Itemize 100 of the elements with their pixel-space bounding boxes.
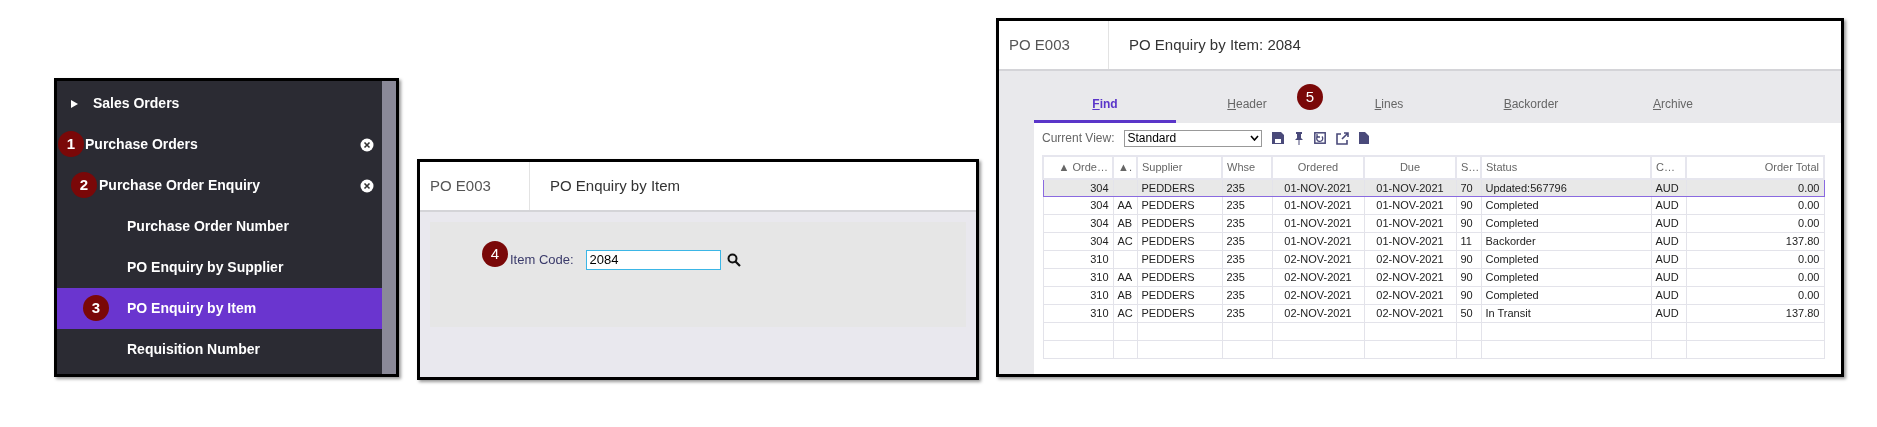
- table-cell[interactable]: 310: [1043, 268, 1113, 287]
- table-cell[interactable]: 90: [1456, 286, 1481, 305]
- table-cell[interactable]: 01-NOV-2021: [1364, 196, 1456, 215]
- column-header[interactable]: C…: [1651, 156, 1686, 179]
- table-cell[interactable]: 01-NOV-2021: [1364, 214, 1456, 233]
- table-cell[interactable]: AB: [1113, 286, 1137, 305]
- table-cell[interactable]: AUD: [1651, 250, 1686, 269]
- table-cell[interactable]: 137.80: [1686, 304, 1824, 323]
- column-header[interactable]: Order Total: [1686, 156, 1824, 179]
- table-cell[interactable]: PEDDERS: [1137, 268, 1222, 287]
- column-header[interactable]: ▲.: [1113, 156, 1137, 179]
- table-cell[interactable]: 01-NOV-2021: [1272, 196, 1364, 215]
- close-icon[interactable]: [360, 178, 374, 193]
- table-cell[interactable]: In Transit: [1481, 304, 1651, 323]
- table-cell[interactable]: 50: [1456, 304, 1481, 323]
- table-cell[interactable]: 0.00: [1686, 196, 1824, 215]
- table-cell[interactable]: AC: [1113, 304, 1137, 323]
- tab[interactable]: Archive: [1649, 71, 1697, 123]
- table-cell[interactable]: 02-NOV-2021: [1272, 268, 1364, 287]
- table-cell[interactable]: PEDDERS: [1137, 214, 1222, 233]
- table-cell[interactable]: 235: [1222, 304, 1272, 323]
- document-icon[interactable]: [1359, 132, 1370, 144]
- table-cell[interactable]: 0.00: [1686, 214, 1824, 233]
- table-cell[interactable]: 02-NOV-2021: [1364, 286, 1456, 305]
- table-cell[interactable]: 01-NOV-2021: [1272, 214, 1364, 233]
- export-icon[interactable]: [1336, 131, 1350, 145]
- menu-item[interactable]: Sales Orders: [57, 83, 382, 124]
- tab[interactable]: Lines: [1370, 71, 1408, 123]
- table-cell[interactable]: AUD: [1651, 232, 1686, 251]
- table-cell[interactable]: 235: [1222, 196, 1272, 215]
- save-icon[interactable]: [1272, 132, 1285, 144]
- table-cell[interactable]: 310: [1043, 304, 1113, 323]
- table-cell[interactable]: PEDDERS: [1137, 250, 1222, 269]
- caret-icon[interactable]: [1250, 135, 1260, 141]
- table-cell[interactable]: 137.80: [1686, 232, 1824, 251]
- column-header[interactable]: Status: [1481, 156, 1651, 179]
- table-cell[interactable]: 90: [1456, 196, 1481, 215]
- table-cell[interactable]: 304: [1043, 214, 1113, 233]
- table-cell[interactable]: AUD: [1651, 214, 1686, 233]
- scrollbar[interactable]: [382, 81, 396, 374]
- table-cell[interactable]: Completed: [1481, 250, 1651, 269]
- table-cell[interactable]: Completed: [1481, 214, 1651, 233]
- column-header[interactable]: Supplier: [1137, 156, 1222, 179]
- menu-item[interactable]: Purchase Order Number: [57, 206, 382, 247]
- table-cell[interactable]: Completed: [1481, 196, 1651, 215]
- table-cell[interactable]: 02-NOV-2021: [1272, 250, 1364, 269]
- table-cell[interactable]: 01-NOV-2021: [1364, 232, 1456, 251]
- column-header[interactable]: ▲ Orde…: [1043, 156, 1113, 179]
- table-cell[interactable]: 90: [1456, 214, 1481, 233]
- table-cell[interactable]: 01-NOV-2021: [1272, 232, 1364, 251]
- menu-item[interactable]: PO Enquiry by Supplier: [57, 247, 382, 288]
- column-header[interactable]: Ordered: [1272, 156, 1364, 179]
- item-code-field[interactable]: 2084: [585, 249, 721, 270]
- tab[interactable]: Backorder: [1499, 71, 1563, 123]
- table-cell[interactable]: 235: [1222, 286, 1272, 305]
- table-cell[interactable]: AA: [1113, 196, 1137, 215]
- table-cell[interactable]: 02-NOV-2021: [1272, 286, 1364, 305]
- table-cell[interactable]: Completed: [1481, 286, 1651, 305]
- table-cell[interactable]: 02-NOV-2021: [1364, 304, 1456, 323]
- table-cell[interactable]: PEDDERS: [1137, 304, 1222, 323]
- menu-item[interactable]: 2 Purchase Order Enquiry: [57, 165, 382, 206]
- search-icon[interactable]: [726, 252, 741, 267]
- table-cell[interactable]: Backorder: [1481, 232, 1651, 251]
- expand-arrow-icon[interactable]: [69, 98, 79, 109]
- column-header[interactable]: Due: [1364, 156, 1456, 179]
- table-cell[interactable]: 310: [1043, 250, 1113, 269]
- table-cell[interactable]: 310: [1043, 286, 1113, 305]
- table-cell[interactable]: 02-NOV-2021: [1364, 268, 1456, 287]
- column-header[interactable]: Whse: [1222, 156, 1272, 179]
- table-cell[interactable]: AUD: [1651, 196, 1686, 215]
- table-cell[interactable]: 02-NOV-2021: [1272, 304, 1364, 323]
- tab[interactable]: Header: [1223, 71, 1271, 123]
- table-cell[interactable]: PEDDERS: [1137, 286, 1222, 305]
- table-cell[interactable]: PEDDERS: [1137, 196, 1222, 215]
- table-cell[interactable]: 235: [1222, 268, 1272, 287]
- table-cell[interactable]: Completed: [1481, 268, 1651, 287]
- pin-icon[interactable]: [1294, 131, 1305, 145]
- column-header[interactable]: S…: [1456, 156, 1481, 179]
- close-icon[interactable]: [360, 137, 374, 152]
- table-cell[interactable]: AC: [1113, 232, 1137, 251]
- table-cell[interactable]: AUD: [1651, 286, 1686, 305]
- refresh-icon[interactable]: [1314, 132, 1327, 144]
- table-cell[interactable]: 304: [1043, 196, 1113, 215]
- table-cell[interactable]: 235: [1222, 214, 1272, 233]
- table-cell[interactable]: 11: [1456, 232, 1481, 251]
- table-cell[interactable]: AA: [1113, 268, 1137, 287]
- table-cell[interactable]: AUD: [1651, 268, 1686, 287]
- table-cell[interactable]: 235: [1222, 232, 1272, 251]
- table-cell[interactable]: 0.00: [1686, 268, 1824, 287]
- table-cell[interactable]: AUD: [1651, 304, 1686, 323]
- table-cell[interactable]: AB: [1113, 214, 1137, 233]
- table-cell[interactable]: 0.00: [1686, 286, 1824, 305]
- table-cell[interactable]: 02-NOV-2021: [1364, 250, 1456, 269]
- menu-item[interactable]: Requisition Number: [57, 329, 382, 370]
- table-cell[interactable]: 304: [1043, 232, 1113, 251]
- table-cell[interactable]: 235: [1222, 250, 1272, 269]
- table-cell[interactable]: 90: [1456, 250, 1481, 269]
- table-cell[interactable]: PEDDERS: [1137, 232, 1222, 251]
- menu-item[interactable]: 3 PO Enquiry by Item: [57, 288, 382, 329]
- menu-item[interactable]: 1 Purchase Orders: [57, 124, 382, 165]
